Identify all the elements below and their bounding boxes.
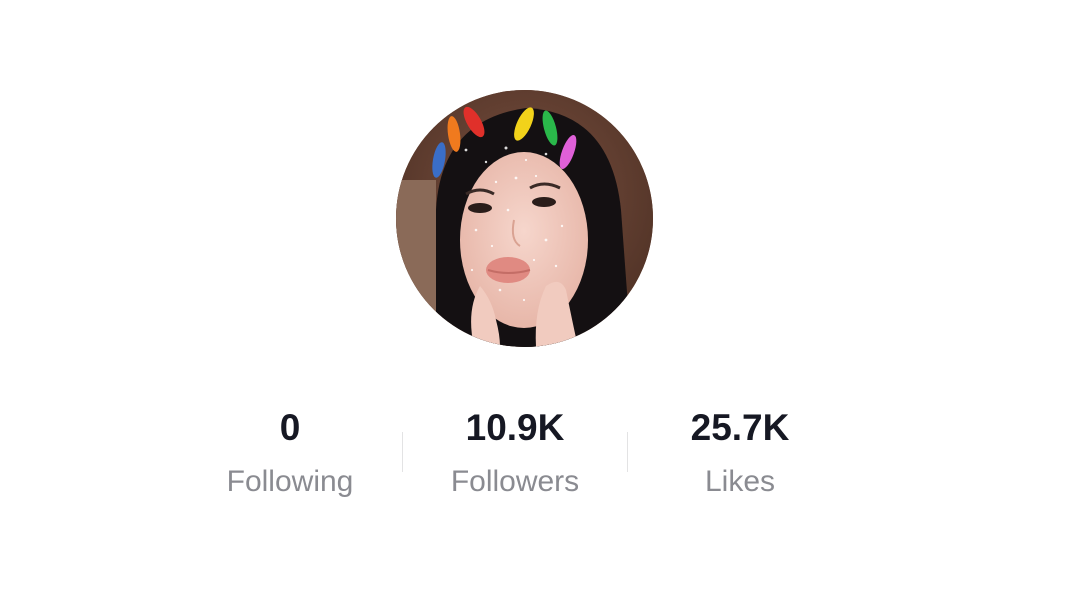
likes-label: Likes	[704, 465, 776, 498]
followers-label: Followers	[450, 465, 580, 498]
profile-stats: 0 Following 10.9K Followers 25.7K Likes	[0, 400, 1080, 510]
likes-count: 25.7K	[690, 407, 790, 448]
stat-following[interactable]: 0 Following	[170, 400, 410, 506]
following-label: Following	[226, 465, 354, 498]
followers-count: 10.9K	[465, 407, 565, 448]
avatar[interactable]	[396, 90, 653, 347]
stat-likes: 25.7K Likes	[620, 400, 860, 506]
avatar-image	[396, 90, 653, 347]
stat-followers[interactable]: 10.9K Followers	[395, 400, 635, 506]
following-count: 0	[279, 407, 301, 448]
